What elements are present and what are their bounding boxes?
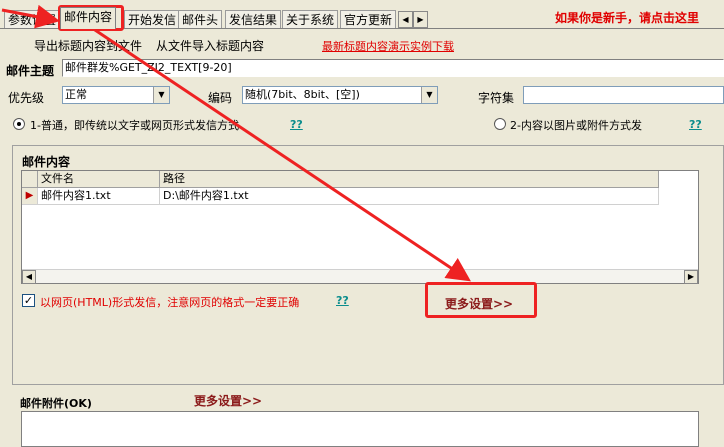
arrow-to-more-settings-icon <box>91 26 471 282</box>
tab-mail-content[interactable]: 邮件内容 <box>60 7 117 29</box>
arrow-to-tab-icon <box>1 4 60 29</box>
annotation-arrows <box>1 4 471 282</box>
